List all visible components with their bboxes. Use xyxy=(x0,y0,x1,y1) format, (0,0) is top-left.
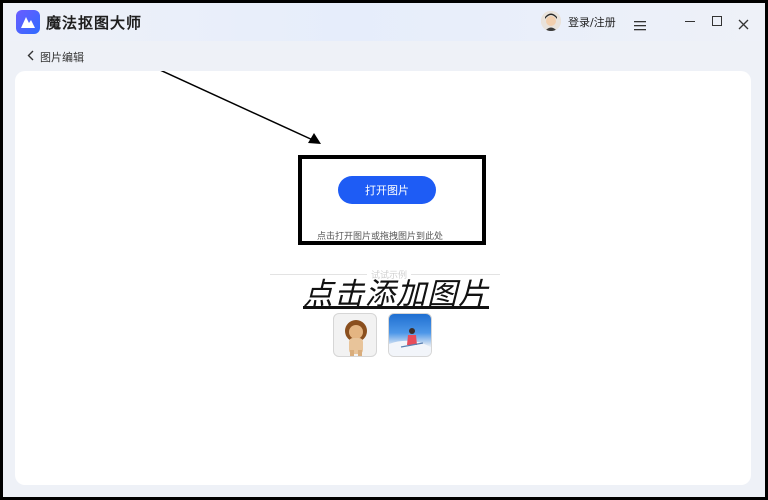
app-logo-icon xyxy=(16,10,40,34)
chevron-left-icon xyxy=(27,50,34,64)
close-icon[interactable] xyxy=(738,15,749,34)
sample-thumbnail-lion[interactable] xyxy=(333,313,377,357)
app-title: 魔法抠图大师 xyxy=(46,14,143,32)
open-image-button[interactable]: 打开图片 xyxy=(338,176,436,204)
breadcrumb-label: 图片编辑 xyxy=(40,51,84,64)
login-register-link[interactable]: 登录/注册 xyxy=(568,14,616,30)
maximize-icon[interactable] xyxy=(712,16,722,26)
back-button[interactable]: 图片编辑 xyxy=(27,49,84,65)
upload-hint: 点击打开图片或拖拽图片到此处 xyxy=(317,232,444,242)
title-bar: 魔法抠图大师 登录/注册 xyxy=(3,3,765,41)
sample-thumbnail-snow[interactable] xyxy=(388,313,432,357)
hamburger-menu-icon[interactable] xyxy=(634,16,646,35)
annotation-caption: 点击添加图片 xyxy=(303,277,489,312)
avatar[interactable] xyxy=(541,11,561,31)
minimize-icon[interactable] xyxy=(685,21,695,22)
app-window: 魔法抠图大师 登录/注册 图片编辑 打开图片 点击打开图片或拖拽图片到此处 试试… xyxy=(3,3,765,497)
upload-panel[interactable]: 打开图片 点击打开图片或拖拽图片到此处 试试示例 点击添加图片 xyxy=(15,71,751,485)
